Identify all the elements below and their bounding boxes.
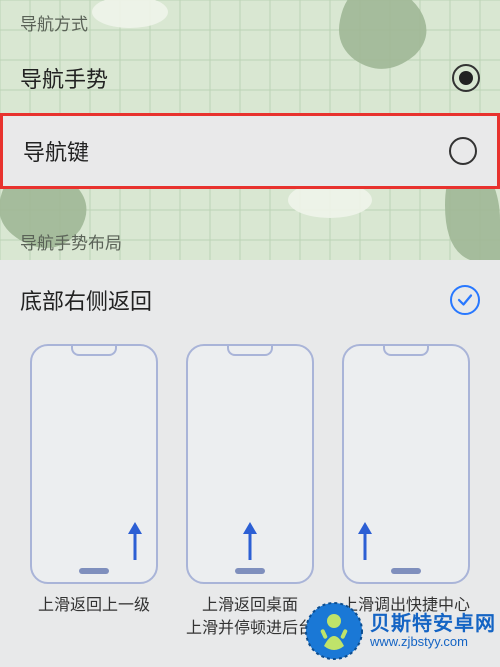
option-navkey-label: 导航键	[23, 135, 89, 167]
phone-bottom-bar-icon	[79, 568, 109, 574]
phone-preview	[30, 344, 158, 584]
arrow-up-icon	[126, 522, 144, 562]
content-overlay: 导航方式 导航手势 导航键 导航手势布局 底部右侧返回	[0, 0, 500, 667]
watermark-url: www.zjbstyy.com	[370, 635, 496, 649]
caption-line: 上滑返回桌面	[186, 594, 314, 617]
option-gesture-label: 导航手势	[20, 62, 108, 94]
gesture-tile-back[interactable]: 上滑返回上一级	[20, 344, 168, 640]
watermark: 贝斯特安卓网 www.zjbstyy.com	[304, 601, 496, 661]
gesture-tile-caption: 上滑返回上一级	[38, 594, 150, 617]
phone-notch-icon	[383, 346, 429, 356]
phone-bottom-bar-icon	[235, 568, 265, 574]
phone-bottom-bar-icon	[391, 568, 421, 574]
watermark-badge-icon	[304, 601, 364, 661]
option-navkey-highlight: 导航键	[0, 113, 500, 189]
arrow-up-icon	[356, 522, 374, 562]
gesture-layout-header: 导航手势布局	[0, 219, 500, 262]
option-navkey[interactable]: 导航键	[3, 116, 497, 186]
checkmark-icon	[450, 285, 480, 315]
watermark-text: 贝斯特安卓网 www.zjbstyy.com	[370, 613, 496, 649]
spacer	[0, 189, 500, 219]
gesture-layout-panel: 底部右侧返回 上滑返回上一级	[0, 260, 500, 667]
gesture-tiles: 上滑返回上一级 上滑返回桌面 上滑并停顿进后台	[20, 334, 480, 640]
arrow-up-icon	[241, 522, 259, 562]
phone-notch-icon	[227, 346, 273, 356]
radio-unselected-icon	[449, 137, 477, 165]
radio-selected-icon	[452, 64, 480, 92]
caption-line: 上滑并停顿进后台	[186, 617, 314, 640]
nav-mode-section: 导航方式 导航手势 导航键 导航手势布局	[0, 0, 500, 262]
nav-mode-header: 导航方式	[0, 0, 500, 43]
gesture-layout-selected-label: 底部右侧返回	[20, 284, 152, 316]
watermark-name: 贝斯特安卓网	[370, 613, 496, 635]
gesture-tile-quick[interactable]: 上滑调出快捷中心	[332, 344, 480, 640]
phone-preview	[342, 344, 470, 584]
settings-screen: 导航方式 导航手势 导航键 导航手势布局 底部右侧返回	[0, 0, 500, 667]
phone-notch-icon	[71, 346, 117, 356]
option-gesture[interactable]: 导航手势	[0, 43, 500, 113]
gesture-tile-caption: 上滑返回桌面 上滑并停顿进后台	[186, 594, 314, 640]
gesture-tile-home[interactable]: 上滑返回桌面 上滑并停顿进后台	[176, 344, 324, 640]
caption-line: 上滑返回上一级	[38, 594, 150, 617]
gesture-layout-selected-row[interactable]: 底部右侧返回	[20, 278, 480, 334]
phone-preview	[186, 344, 314, 584]
